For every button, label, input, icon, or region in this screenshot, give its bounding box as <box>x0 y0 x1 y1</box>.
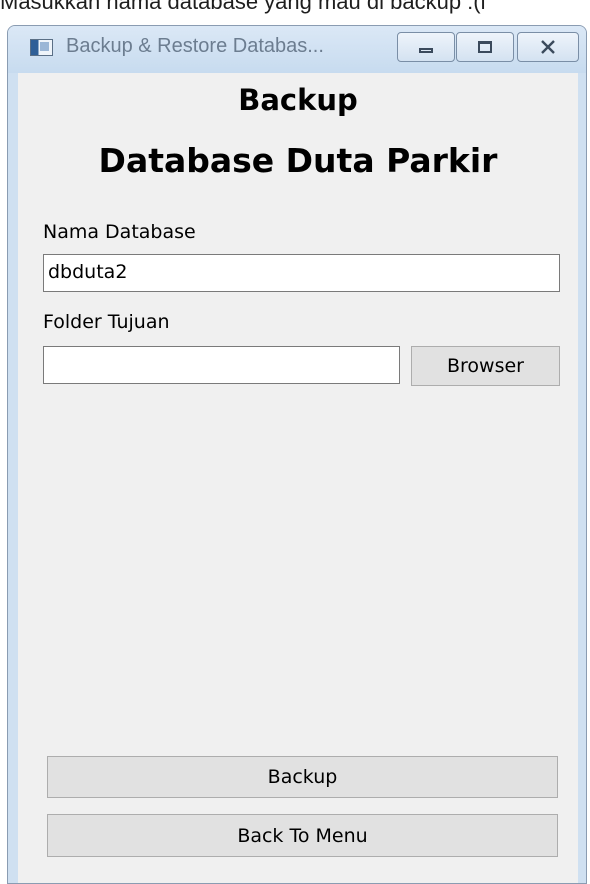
folder-input[interactable] <box>43 346 400 384</box>
minimize-icon <box>419 47 433 53</box>
minimize-button[interactable] <box>397 32 455 62</box>
title-bar[interactable]: Backup & Restore Databas... <box>8 26 586 73</box>
db-name-label: Nama Database <box>43 221 196 243</box>
form-heading: Backup <box>238 83 358 117</box>
browse-button[interactable]: Browser <box>411 346 560 386</box>
app-window-icon <box>30 39 53 56</box>
page-caption: Masukkan nama database yang mau di backu… <box>0 0 486 14</box>
close-button[interactable] <box>517 32 579 62</box>
backup-window: Backup & Restore Databas... Backup Datab… <box>7 25 587 884</box>
maximize-button[interactable] <box>456 32 514 62</box>
backup-button[interactable]: Backup <box>47 756 558 798</box>
form-area: Backup Database Duta Parkir Nama Databas… <box>18 73 578 883</box>
folder-label: Folder Tujuan <box>43 311 170 333</box>
close-icon <box>541 40 555 54</box>
maximize-icon <box>478 41 492 53</box>
back-to-menu-button[interactable]: Back To Menu <box>47 814 558 857</box>
db-name-input[interactable]: dbduta2 <box>43 254 560 292</box>
form-subheading: Database Duta Parkir <box>98 141 498 180</box>
window-title: Backup & Restore Databas... <box>66 35 324 57</box>
